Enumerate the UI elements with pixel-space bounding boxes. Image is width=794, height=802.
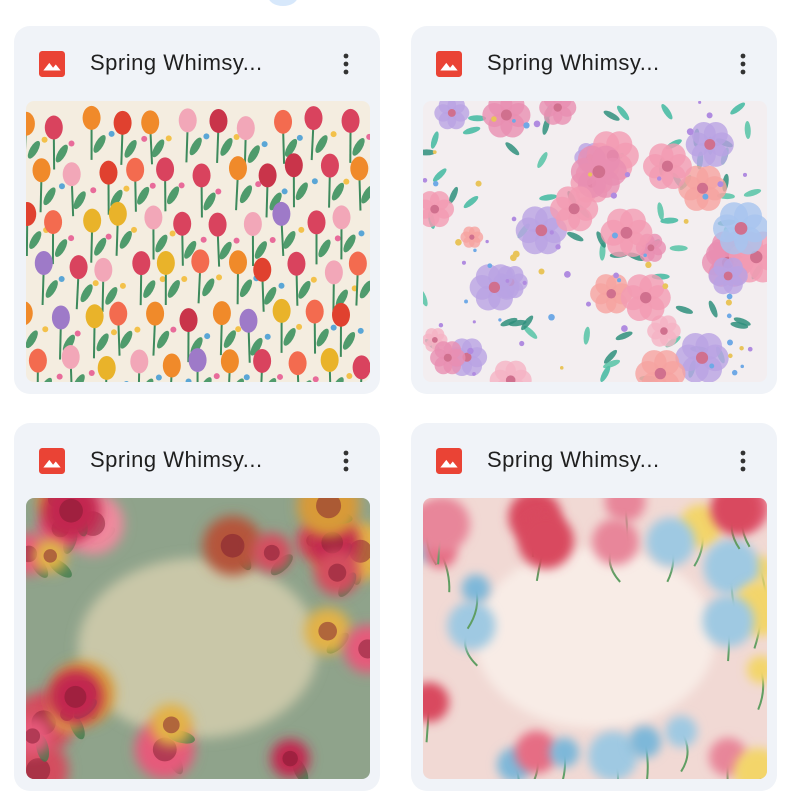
file-card[interactable]: Spring Whimsy... — [411, 26, 777, 394]
pink-frame-image — [423, 498, 767, 779]
scroll-indicator — [268, 0, 298, 6]
file-card-header: Spring Whimsy... — [411, 423, 777, 499]
more-vert-icon — [740, 450, 746, 472]
more-vert-icon — [343, 450, 349, 472]
rose-frame-image — [26, 498, 370, 779]
image-file-icon — [436, 448, 462, 474]
file-card-header: Spring Whimsy... — [411, 26, 777, 102]
more-options-button[interactable] — [725, 46, 761, 82]
file-title: Spring Whimsy... — [487, 50, 660, 75]
file-card-header: Spring Whimsy... — [14, 26, 380, 102]
file-card[interactable]: Spring Whimsy... — [411, 423, 777, 791]
more-options-button[interactable] — [328, 443, 364, 479]
tulip-pattern-image — [26, 101, 370, 382]
more-options-button[interactable] — [725, 443, 761, 479]
file-thumbnail[interactable] — [26, 498, 370, 779]
file-thumbnail[interactable] — [423, 498, 767, 779]
image-file-icon — [39, 448, 65, 474]
file-thumbnail[interactable] — [423, 101, 767, 382]
file-thumbnail[interactable] — [26, 101, 370, 382]
more-options-button[interactable] — [328, 46, 364, 82]
image-file-icon — [436, 51, 462, 77]
more-vert-icon — [343, 53, 349, 75]
file-card-header: Spring Whimsy... — [14, 423, 380, 499]
pastel-floral-image — [423, 101, 767, 382]
file-title: Spring Whimsy... — [90, 447, 263, 472]
more-vert-icon — [740, 53, 746, 75]
file-card[interactable]: Spring Whimsy... — [14, 26, 380, 394]
file-title: Spring Whimsy... — [90, 50, 263, 75]
file-card[interactable]: Spring Whimsy... — [14, 423, 380, 791]
file-title: Spring Whimsy... — [487, 447, 660, 472]
image-file-icon — [39, 51, 65, 77]
